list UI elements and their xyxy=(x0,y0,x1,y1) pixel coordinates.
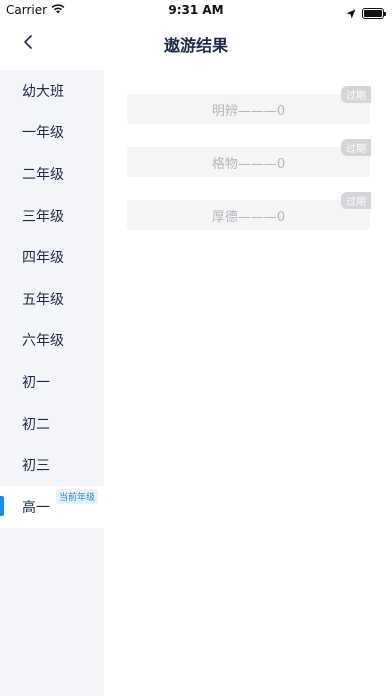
sidebar-item-label: 一年级 xyxy=(22,125,64,142)
battery-icon xyxy=(362,8,386,19)
grade-sidebar: 幼大班 一年级 二年级 三年级 四年级 五年级 六年级 初一 初二 初三 高一 … xyxy=(0,70,104,696)
result-card-label: 厚德———0 xyxy=(211,209,286,225)
sidebar-item-label: 六年级 xyxy=(22,333,64,350)
status-bar: Carrier 9:31 AM xyxy=(0,0,392,22)
page-title: 遨游结果 xyxy=(163,36,228,55)
result-card-gewu[interactable]: 格物———0 过期 xyxy=(127,139,371,177)
result-card-mingbian[interactable]: 明辨———0 过期 xyxy=(127,86,371,124)
status-right xyxy=(346,4,386,23)
nav-bar: 遨游结果 xyxy=(0,22,392,66)
sidebar-item-grade-2[interactable]: 二年级 xyxy=(0,153,104,195)
sidebar-item-label: 五年级 xyxy=(22,291,64,308)
sidebar-item-label: 初二 xyxy=(22,416,50,433)
sidebar-item-label: 高一 xyxy=(22,499,50,516)
result-card-label: 明辨———0 xyxy=(211,103,286,119)
current-grade-badge: 当前年级 xyxy=(56,488,99,504)
location-arrow-icon xyxy=(346,4,356,23)
sidebar-item-grade-4[interactable]: 四年级 xyxy=(0,236,104,278)
sidebar-item-label: 四年级 xyxy=(22,250,64,267)
sidebar-item-senior-1[interactable]: 高一 当前年级 xyxy=(0,485,104,528)
sidebar-item-kindergarten[interactable]: 幼大班 xyxy=(0,70,104,112)
sidebar-item-label: 初三 xyxy=(22,458,50,475)
status-time: 9:31 AM xyxy=(168,3,224,17)
sidebar-item-grade-3[interactable]: 三年级 xyxy=(0,195,104,237)
sidebar-item-junior-1[interactable]: 初一 xyxy=(0,361,104,403)
sidebar-item-junior-3[interactable]: 初三 xyxy=(0,444,104,486)
active-indicator xyxy=(0,495,4,516)
results-panel: 明辨———0 过期 格物———0 过期 厚德———0 过期 xyxy=(104,70,392,696)
expired-badge: 过期 xyxy=(341,86,371,103)
expired-badge: 过期 xyxy=(341,192,371,209)
expired-badge: 过期 xyxy=(341,139,371,156)
sidebar-item-junior-2[interactable]: 初二 xyxy=(0,403,104,445)
result-card-houde[interactable]: 厚德———0 过期 xyxy=(127,192,371,230)
sidebar-item-grade-1[interactable]: 一年级 xyxy=(0,112,104,154)
sidebar-item-grade-5[interactable]: 五年级 xyxy=(0,278,104,320)
sidebar-item-grade-6[interactable]: 六年级 xyxy=(0,320,104,362)
sidebar-item-label: 二年级 xyxy=(22,166,64,183)
sidebar-item-label: 幼大班 xyxy=(22,83,64,100)
result-card-label: 格物———0 xyxy=(211,156,286,172)
sidebar-item-label: 初一 xyxy=(22,374,50,391)
sidebar-item-label: 三年级 xyxy=(22,208,64,225)
